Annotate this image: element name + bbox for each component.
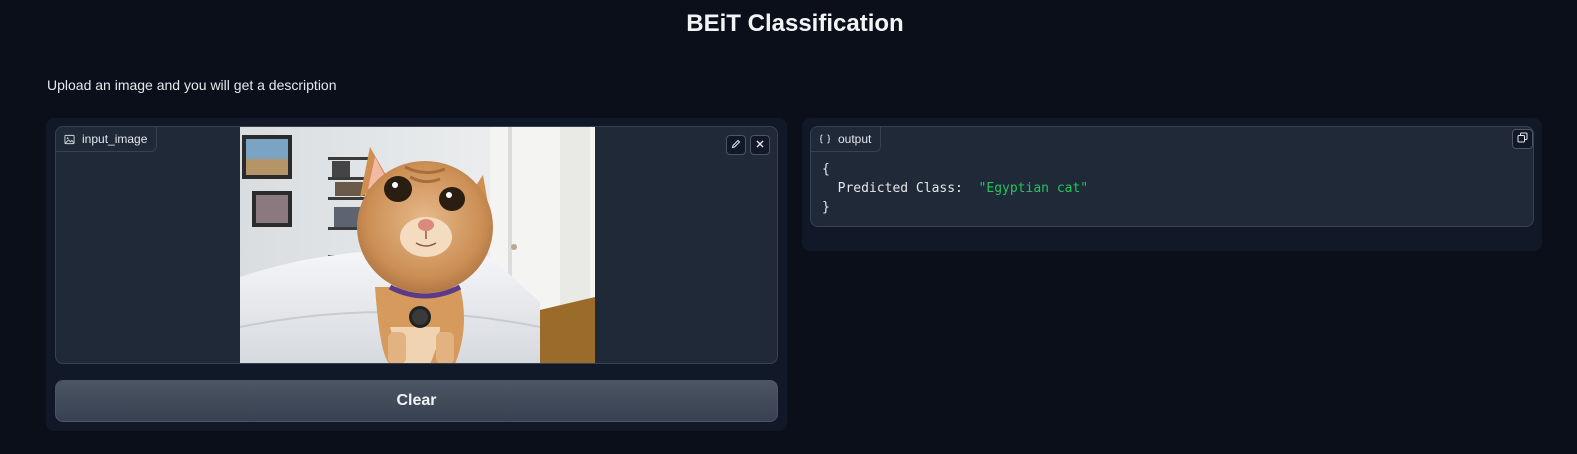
output-label-text: output <box>838 132 872 146</box>
input-image-label: input_image <box>56 127 158 152</box>
pencil-icon <box>731 136 741 154</box>
copy-button[interactable] <box>1512 129 1533 149</box>
uploaded-image <box>240 127 595 363</box>
json-output: output { Predicted Class: "Egyptian cat"… <box>810 126 1534 227</box>
copy-icon <box>1517 130 1528 148</box>
json-entry: Predicted Class: "Egyptian cat" <box>822 179 1088 198</box>
edit-image-button[interactable] <box>726 135 746 155</box>
clear-button[interactable]: Clear <box>55 380 778 422</box>
output-label: output <box>811 127 882 152</box>
input-panel: input_image Clear <box>46 118 787 431</box>
json-open-brace: { <box>822 162 830 177</box>
braces-icon <box>819 134 831 144</box>
image-icon <box>64 134 75 145</box>
output-panel: output { Predicted Class: "Egyptian cat"… <box>802 118 1542 251</box>
json-value: "Egyptian cat" <box>978 181 1089 196</box>
input-image-label-text: input_image <box>82 132 148 146</box>
remove-image-button[interactable] <box>750 135 770 155</box>
json-key: Predicted Class: <box>837 181 963 196</box>
close-icon <box>755 136 765 154</box>
page-description: Upload an image and you will get a descr… <box>47 77 337 93</box>
image-upload-area[interactable]: input_image <box>55 126 778 364</box>
app-root: BEiT Classification Upload an image and … <box>0 0 1577 454</box>
json-close-brace: } <box>822 200 830 215</box>
json-content: { Predicted Class: "Egyptian cat" } <box>822 160 1088 217</box>
page-title: BEiT Classification <box>686 10 904 37</box>
